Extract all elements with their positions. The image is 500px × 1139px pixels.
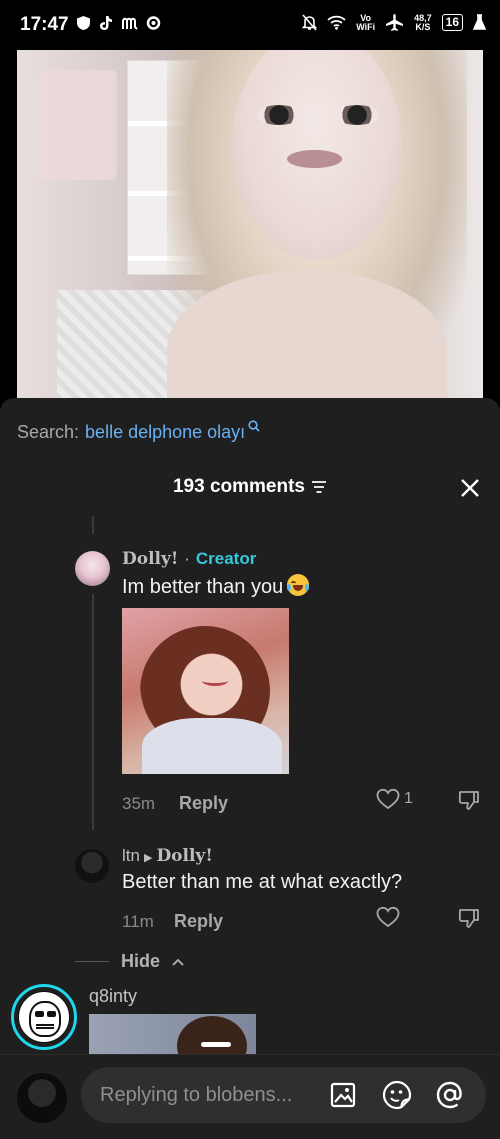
reply-input[interactable]: Replying to blobens... [81, 1067, 486, 1123]
video-person-eye-left [257, 105, 301, 125]
search-query-link[interactable]: belle delphone olayı [85, 422, 245, 443]
thread-line-comment-1 [92, 594, 94, 830]
comment-1-separator: · [184, 549, 190, 568]
reply-input-placeholder: Replying to blobens... [100, 1084, 293, 1106]
heart-icon [376, 906, 400, 928]
m-icon [122, 17, 138, 30]
dislike-icon[interactable] [457, 788, 481, 812]
comments-header: 193 comments [0, 476, 500, 498]
system-status-icons: Vo WiFi 48,7 K/S 16 [302, 13, 486, 32]
comments-count-group[interactable]: 193 comments [173, 476, 327, 498]
shield-icon [77, 16, 90, 30]
creator-badge: Creator [195, 549, 257, 568]
notification-icons [76, 15, 161, 31]
comment-1-image[interactable] [122, 608, 289, 774]
comment-1-time: 35m [122, 794, 156, 813]
hide-replies-button[interactable]: Hide [75, 951, 184, 972]
close-icon[interactable] [458, 476, 482, 500]
video-wall-art [37, 70, 117, 180]
comment-3-author[interactable]: q8inty [89, 986, 137, 1007]
comment-1-like-button[interactable]: 1 [376, 788, 413, 810]
video-person-lips [287, 150, 342, 168]
hide-label: Hide [121, 951, 161, 971]
comments-count: 193 comments [172, 476, 305, 497]
avatar-dolly[interactable] [75, 551, 110, 586]
avatar-ltn[interactable] [75, 849, 109, 883]
mention-icon[interactable] [434, 1079, 466, 1111]
tiktok-icon [100, 16, 112, 30]
comment-2-author[interactable]: ltn [122, 846, 140, 865]
comments-sheet: Search: belle delphone olayı 193 comment… [0, 398, 500, 1139]
comment-1-text: Im better than you [122, 576, 284, 598]
sort-filter-icon[interactable] [311, 480, 327, 494]
status-time: 17:47 [20, 14, 69, 35]
reply-arrow-icon: ▶ [143, 851, 153, 864]
my-avatar[interactable] [17, 1073, 67, 1123]
vowifi-indicator: Vo WiFi [356, 13, 376, 32]
comment-1-reply-button[interactable]: Reply [179, 793, 228, 814]
thread-line-top [92, 516, 94, 534]
comment-1-like-count: 1 [404, 790, 413, 807]
network-speed: 48,7 K/S [414, 13, 432, 32]
search-suggestion[interactable]: Search: belle delphone olayı [17, 420, 260, 443]
wifi-icon [327, 15, 346, 30]
status-bar: 17:47 Vo WiFi 48,7 K/S 16 [0, 0, 500, 50]
heart-icon [376, 788, 400, 810]
comment-2-time: 11m [122, 912, 154, 931]
dislike-icon[interactable] [457, 906, 481, 930]
comment-2-like-button[interactable] [376, 906, 400, 928]
reply-bar: Replying to blobens... [0, 1054, 500, 1139]
airplane-icon [386, 14, 404, 31]
vowifi-bottom: WiFi [356, 21, 376, 32]
comment-2-reply-button[interactable]: Reply [174, 911, 223, 932]
image-icon[interactable] [327, 1079, 359, 1111]
hide-divider [75, 961, 109, 962]
network-speed-unit: K/S [415, 21, 431, 32]
sync-icon [146, 16, 161, 30]
avatar-q8inty[interactable] [11, 984, 77, 1050]
laughing-tears-emoji-icon [287, 574, 310, 596]
search-icon [248, 420, 260, 432]
comment-1-author-row: Dolly! · Creator [122, 549, 256, 569]
chevron-up-icon [172, 958, 184, 966]
emoji-sticker-icon[interactable] [381, 1079, 413, 1111]
comment-2-author-row: ltn ▶ Dolly! [122, 846, 213, 866]
video-player[interactable] [17, 50, 483, 400]
comment-1-text-row: Im better than you [122, 574, 310, 599]
search-label: Search: [17, 422, 80, 442]
battery-icon: 16 [441, 14, 463, 31]
comment-2-text: Better than me at what exactly? [122, 871, 403, 893]
comment-1-author[interactable]: Dolly! [122, 549, 178, 569]
flask-icon [473, 14, 486, 30]
mute-icon [302, 14, 318, 31]
video-person-eye-right [335, 105, 379, 125]
comment-3-image[interactable] [89, 1014, 256, 1054]
comment-2-reply-to[interactable]: Dolly! [156, 846, 212, 866]
